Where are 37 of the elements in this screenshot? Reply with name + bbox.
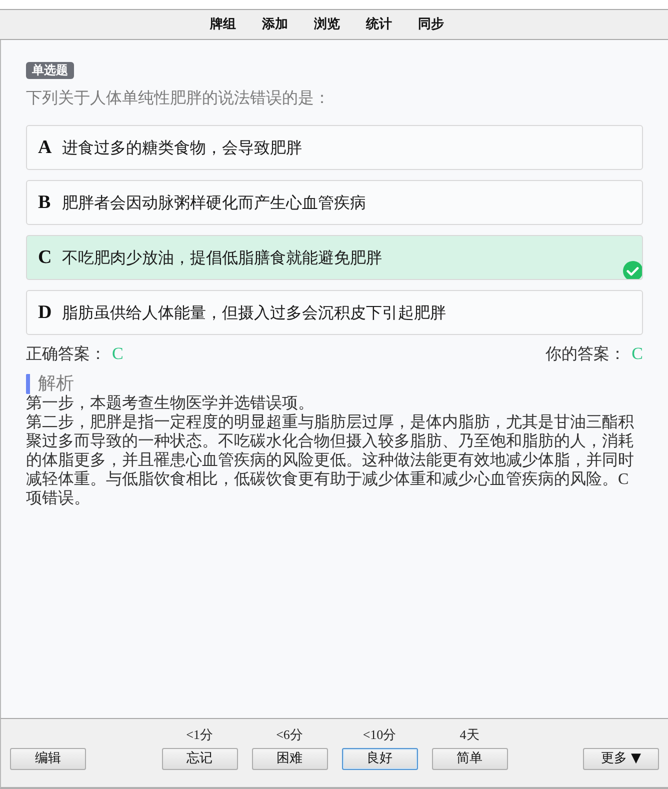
- check-icon: [623, 261, 642, 279]
- explanation-paragraph: 第二步，肥胖是指一定程度的明显超重与脂肪层过厚，是体内脂肪，尤其是甘油三酯积聚过多而导致的一种状态。不吃碳水化合物但摄入较多脂肪、乃至饱和脂肪的人，消耗的体脂更多，并且罹患心血管疾病的风险更低。这种做法能更有效地减少体脂，并同时减轻体重。与低脂饮食相比，低碳饮食更有助于减少体重和减少心血管疾病的风险。C项错误。: [26, 413, 635, 508]
- correct-answer-label: 正确答案：: [26, 344, 106, 364]
- toolbar-tab[interactable]: 添加: [262, 16, 288, 32]
- interval-label: <1分: [186, 727, 213, 742]
- your-answer-label: 你的答案：: [546, 344, 626, 364]
- question-type-badge: 单选题: [26, 62, 74, 79]
- answer-option[interactable]: D 脂肪虽供给人体能量，但摄入过多会沉积皮下引起肥胖: [26, 290, 643, 335]
- ease-button[interactable]: 良好: [342, 748, 418, 770]
- option-text: 肥胖者会因动脉粥样硬化而产生心血管疾病: [62, 192, 366, 212]
- explanation-paragraph: 第一步，本题考查生物医学并选错误项。: [26, 394, 315, 413]
- interval-label: <6分: [276, 727, 303, 742]
- correct-answer-value: C: [112, 344, 124, 364]
- ease-button[interactable]: 简单: [432, 748, 508, 770]
- interval-label: <10分: [362, 727, 396, 742]
- option-text: 进食过多的糖类食物，会导致肥胖: [62, 138, 302, 158]
- toolbar-tab[interactable]: 统计: [366, 16, 392, 32]
- edit-button[interactable]: 编辑: [10, 748, 86, 770]
- toolbar-tab[interactable]: 牌组: [210, 16, 236, 32]
- toolbar-tab[interactable]: 同步: [418, 16, 444, 32]
- option-letter: D: [38, 302, 52, 324]
- more-button[interactable]: 更多 ▼: [583, 748, 659, 770]
- ease-button[interactable]: 忘记: [162, 748, 238, 770]
- toolbar-tab[interactable]: 浏览: [314, 16, 340, 32]
- ease-button[interactable]: 困难: [252, 748, 328, 770]
- explanation-heading: 解析: [26, 374, 74, 394]
- option-letter: B: [38, 192, 52, 214]
- option-text: 不吃肥肉少放油，提倡低脂膳食就能避免肥胖: [62, 248, 382, 268]
- option-letter: C: [38, 246, 52, 268]
- option-text: 脂肪虽供给人体能量，但摄入过多会沉积皮下引起肥胖: [62, 302, 446, 322]
- interval-label: 4天: [460, 727, 480, 742]
- option-letter: A: [38, 136, 52, 158]
- answer-option[interactable]: C 不吃肥肉少放油，提倡低脂膳食就能避免肥胖: [26, 235, 643, 280]
- answer-option[interactable]: A 进食过多的糖类食物，会导致肥胖: [26, 125, 643, 170]
- question-text: 下列关于人体单纯性肥胖的说法错误的是：: [26, 88, 331, 107]
- your-answer-value: C: [632, 344, 643, 364]
- answer-option[interactable]: B 肥胖者会因动脉粥样硬化而产生心血管疾病: [26, 180, 643, 225]
